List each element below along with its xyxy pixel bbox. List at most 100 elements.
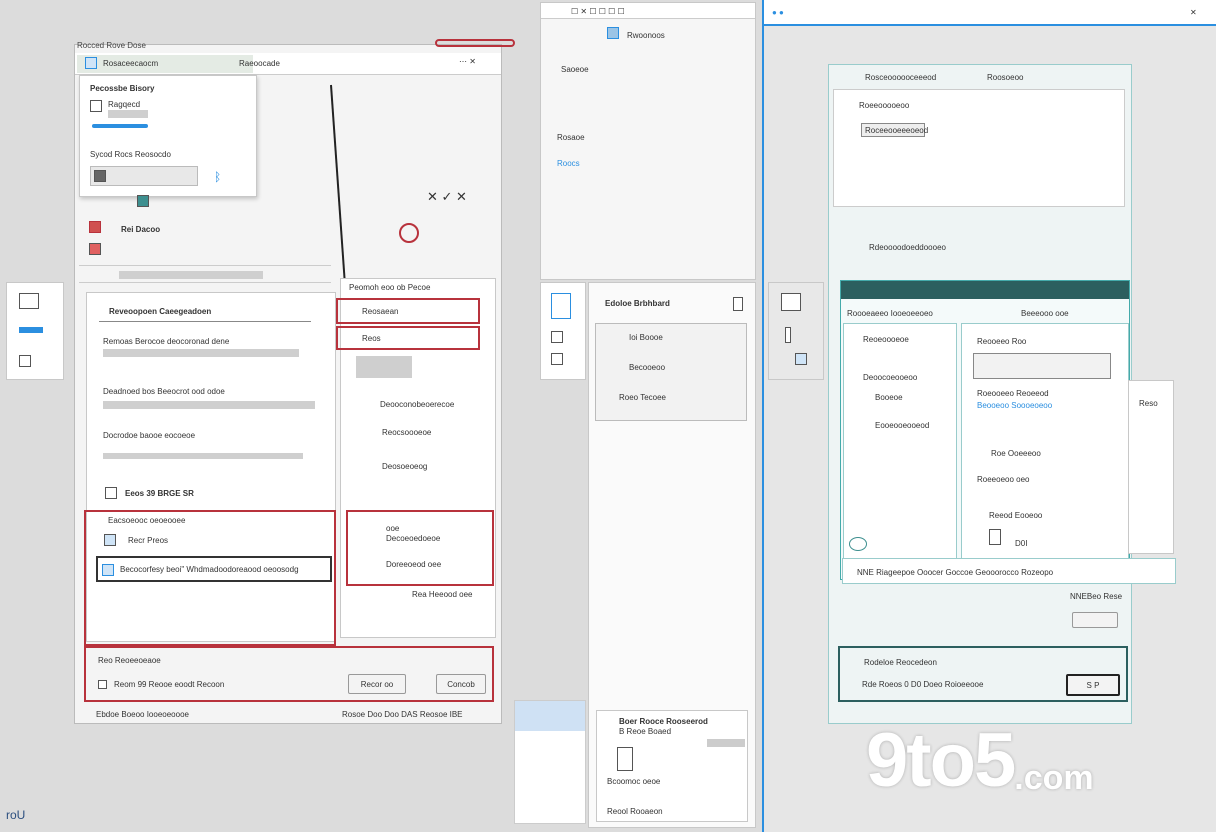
status-left: Ebdoe Boeoo Iooeoeoooe xyxy=(96,710,189,719)
popup-item-detail xyxy=(108,110,148,118)
dialog-para3: Docrodoe baooe eocoeoe xyxy=(103,431,196,440)
pen-icon[interactable] xyxy=(19,327,43,333)
app-icon xyxy=(85,57,97,69)
subpanel-list-0[interactable]: Deooconobeoerecoe xyxy=(380,400,454,409)
middle-header: Rwoonoos xyxy=(627,31,665,40)
bluetooth-icon[interactable]: ᛒ xyxy=(214,170,221,184)
doc-icon[interactable] xyxy=(551,293,571,319)
middle-side-2[interactable]: Roocs xyxy=(557,159,580,168)
subpanel-item2[interactable]: Reos xyxy=(362,334,381,343)
right-teal-window: Roooeaeeo Iooeoeeoeo Beeeooo ooe Reoeooo… xyxy=(840,280,1130,580)
title-bar-accent xyxy=(435,39,515,47)
flag-icon xyxy=(89,221,101,233)
left-list-1[interactable]: Deoocoeooeoo xyxy=(863,373,917,382)
subpanel-item1[interactable]: Reosaean xyxy=(362,307,398,316)
print-icon[interactable] xyxy=(19,293,39,309)
popup-field[interactable] xyxy=(90,166,198,186)
middle-panel-group xyxy=(595,323,747,421)
right-footer-button[interactable]: S P xyxy=(1066,674,1120,696)
subpanel-chip xyxy=(356,356,412,378)
subpanel-row-2: Doreeoeod oee xyxy=(386,560,442,569)
green-icon xyxy=(137,195,149,207)
middle-title-controls[interactable]: ☐ ✕ ☐ ☐ ☐ ☐ xyxy=(571,7,625,16)
check-icon[interactable] xyxy=(105,487,117,499)
subpanel-row-0: ooe xyxy=(386,524,400,533)
right-title-controls[interactable]: ● ● xyxy=(772,8,784,17)
middle-side-0[interactable]: Saoeoe xyxy=(561,65,589,74)
spreadsheet-strip xyxy=(514,700,586,824)
left-list-0[interactable]: Reoeoooeoe xyxy=(863,335,909,344)
right-bar-title: Rdeoooodoeddoooeo xyxy=(869,243,946,252)
picture-icon[interactable] xyxy=(795,353,807,365)
right-lower-label: NNEBeo Rese xyxy=(1070,592,1123,601)
subsection-field-text: Becocorfesy beoi" Whdmadoodoreaood oeoos… xyxy=(120,565,299,574)
right-close[interactable]: ✕ xyxy=(1190,8,1197,17)
right-field1-text: Roceeooeeeoeod xyxy=(865,126,929,135)
watermark-brand: 9to5 xyxy=(866,718,1016,803)
dialog-title-underline xyxy=(99,321,311,322)
edit-icon[interactable] xyxy=(19,355,31,367)
refresh-icon[interactable] xyxy=(849,537,867,551)
subpanel-title: Peomoh eoo ob Pecoe xyxy=(349,283,431,292)
dialog-para1: Remoas Berocoe deocoronad dene xyxy=(103,337,230,346)
right-footer-row2: Rde Roeos 0 D0 Doeo Roioeeooe xyxy=(862,680,984,689)
table-icon[interactable] xyxy=(551,353,563,365)
right-list-1[interactable]: Roeooeeo Reoeeod xyxy=(977,389,1049,398)
highlight-item2[interactable] xyxy=(336,326,480,350)
bottom-button-2[interactable]: Concob xyxy=(436,674,486,694)
right-footer-row1: Rodeloe Reocedeon xyxy=(864,658,937,667)
middle-bottom-title: Boer Rooce Rooseerod xyxy=(619,717,708,726)
dialog-para2: Deadnoed bos Beeocrot ood odoe xyxy=(103,387,225,396)
left-list-3[interactable]: Eooeooeooeod xyxy=(875,421,929,430)
header-tab2-label[interactable]: Raeoocade xyxy=(239,59,280,68)
left-list-2[interactable]: Booeoe xyxy=(875,393,903,402)
highlight-bottom xyxy=(84,646,494,702)
brush-icon[interactable] xyxy=(785,327,791,343)
right-list-0[interactable]: Reooeeo Roo xyxy=(977,337,1026,346)
subsection-title: Eacsoeooc oeoeooee xyxy=(108,516,186,525)
right-strip-text: NNE Riageepoe Ooocer Goccoe Geooorocco R… xyxy=(857,568,1054,577)
cursor-line xyxy=(330,84,346,285)
dialog-para1-text xyxy=(103,349,299,357)
middle-left-toolbar xyxy=(540,282,586,380)
right-strip: NNE Riageepoe Ooocer Goccoe Geooorocco R… xyxy=(842,558,1176,584)
popup-title: Pecossbe Bisory xyxy=(90,84,155,93)
middle-panel-item-1[interactable]: Becooeoo xyxy=(629,363,665,372)
right-lower-button[interactable] xyxy=(1072,612,1118,628)
bottom-check-label: Reom 99 Reooe eoodt Recoon xyxy=(114,680,225,689)
right-teal-header-bar xyxy=(841,281,1129,299)
popup-section: Sycod Rocs Reosocdo xyxy=(90,150,171,159)
middle-bottom-sub: B Reoe Boaed xyxy=(619,727,672,736)
status-right: Rosoe Doo Doo DAS Reosoe IBE xyxy=(342,710,463,719)
subpanel-row-3: Rea Heeood oee xyxy=(412,590,473,599)
popup-link-bar[interactable] xyxy=(92,124,148,128)
tab-strip-text xyxy=(119,271,263,279)
printer-icon[interactable] xyxy=(781,293,801,311)
middle-panel-item-2[interactable]: Roeo Tecoee xyxy=(619,393,666,402)
subpanel-list-2[interactable]: Deosoeoeog xyxy=(382,462,427,471)
middle-bottom-footer[interactable]: Reool Rooaeon xyxy=(607,807,663,816)
highlight-item1[interactable] xyxy=(336,298,480,324)
header-controls[interactable]: ⋯ ✕ xyxy=(459,57,476,66)
subpanel-list-1[interactable]: Reocsoooeoe xyxy=(382,428,431,437)
subsection-item[interactable]: Recr Preos xyxy=(128,536,168,545)
toggle-icon[interactable] xyxy=(989,529,1001,545)
popup-item[interactable]: Ragqecd xyxy=(108,100,140,109)
middle-window: ☐ ✕ ☐ ☐ ☐ ☐ Rwoonoos Saoeoe Rosaoe Roocs xyxy=(540,2,756,280)
middle-panel-item-0[interactable]: Ioi Boooe xyxy=(629,333,663,342)
check-label: Reeod Eooeoo xyxy=(989,511,1043,520)
middle-side-1[interactable]: Rosaoe xyxy=(557,133,585,142)
bottom-checkbox[interactable] xyxy=(98,680,107,689)
dialog-title: Reveoopoen Caeegeadoen xyxy=(109,307,212,316)
bottom-button-1[interactable]: Recor oo xyxy=(348,674,406,694)
right-sub1: Roeeooooeoo xyxy=(859,101,910,110)
chart-icon[interactable] xyxy=(551,331,563,343)
right-list-2[interactable]: Beooeoo Soooeoeoo xyxy=(977,401,1052,410)
side-toolbar-left xyxy=(6,282,64,380)
right-titlebar xyxy=(764,0,1216,26)
right-list-field[interactable] xyxy=(973,353,1111,379)
dialog-para2-text xyxy=(103,401,315,409)
window-controls[interactable]: ✕ ✓ ✕ xyxy=(427,189,467,205)
dialog-para3-text xyxy=(103,453,303,459)
right-dialog-title: Rosceoooooceeeod xyxy=(865,73,937,82)
